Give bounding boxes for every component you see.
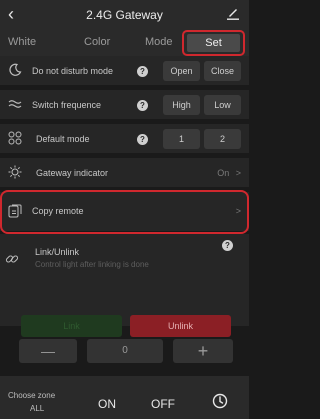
copy-remote-highlight — [0, 190, 249, 234]
default-mode-row: Default mode ? 1 2 — [0, 124, 249, 154]
tab-mode[interactable]: Mode — [145, 36, 173, 48]
gateway-indicator-row[interactable]: Gateway indicator On > — [0, 158, 249, 188]
moon-icon — [8, 63, 22, 80]
tab-set-highlight: Set — [182, 30, 245, 56]
switch-low-button[interactable]: Low — [204, 95, 241, 115]
grid-icon — [8, 131, 22, 148]
gateway-indicator-value: On > — [217, 168, 241, 178]
off-button[interactable]: OFF — [151, 397, 175, 411]
gateway-indicator-status: On — [217, 168, 230, 178]
help-icon[interactable]: ? — [137, 134, 148, 145]
chevron-right-icon: > — [235, 168, 241, 178]
header-bar: ‹ 2.4G Gateway — [0, 0, 249, 30]
dnd-label: Do not disturb mode — [32, 66, 114, 76]
on-button[interactable]: ON — [98, 397, 116, 411]
unlink-button[interactable]: Unlink — [130, 315, 231, 337]
page-title: 2.4G Gateway — [86, 8, 163, 22]
tab-color[interactable]: Color — [84, 36, 110, 48]
switch-row: Switch frequence ? High Low — [0, 90, 249, 120]
zone-value[interactable]: ALL — [30, 404, 44, 413]
help-icon[interactable]: ? — [137, 66, 148, 77]
choose-zone-label[interactable]: Choose zone — [8, 391, 55, 400]
clock-icon[interactable] — [212, 393, 228, 414]
tab-set[interactable]: Set — [187, 34, 240, 52]
decrease-button[interactable]: — — [19, 339, 77, 363]
default-mode-label: Default mode — [36, 134, 90, 144]
default-mode-1-button[interactable]: 1 — [163, 129, 200, 149]
step-value[interactable]: 0 — [87, 339, 163, 363]
sun-icon — [8, 165, 22, 182]
default-mode-2-button[interactable]: 2 — [204, 129, 241, 149]
increase-button[interactable]: + — [173, 339, 233, 363]
dnd-open-button[interactable]: Open — [163, 61, 200, 81]
help-icon[interactable]: ? — [222, 240, 233, 251]
wave-icon — [8, 97, 22, 114]
switch-high-button[interactable]: High — [163, 95, 200, 115]
bottom-bar: Choose zone ALL ON OFF — [0, 376, 249, 419]
link-title: Link/Unlink — [35, 247, 80, 257]
mode-tabs: White Color Mode Set — [0, 30, 249, 56]
pencil-icon[interactable] — [227, 6, 239, 20]
back-chevron-icon[interactable]: ‹ — [8, 4, 14, 24]
link-subtitle: Control light after linking is done — [35, 260, 149, 269]
help-icon[interactable]: ? — [137, 100, 148, 111]
gateway-indicator-label: Gateway indicator — [36, 168, 109, 178]
dnd-row: Do not disturb mode ? Open Close — [0, 56, 249, 86]
link-panel: Link/Unlink Control light after linking … — [0, 234, 249, 326]
dnd-close-button[interactable]: Close — [204, 61, 241, 81]
link-button[interactable]: Link — [21, 315, 122, 337]
tab-white[interactable]: White — [8, 36, 36, 48]
switch-label: Switch frequence — [32, 100, 102, 110]
link-icon — [5, 252, 19, 271]
